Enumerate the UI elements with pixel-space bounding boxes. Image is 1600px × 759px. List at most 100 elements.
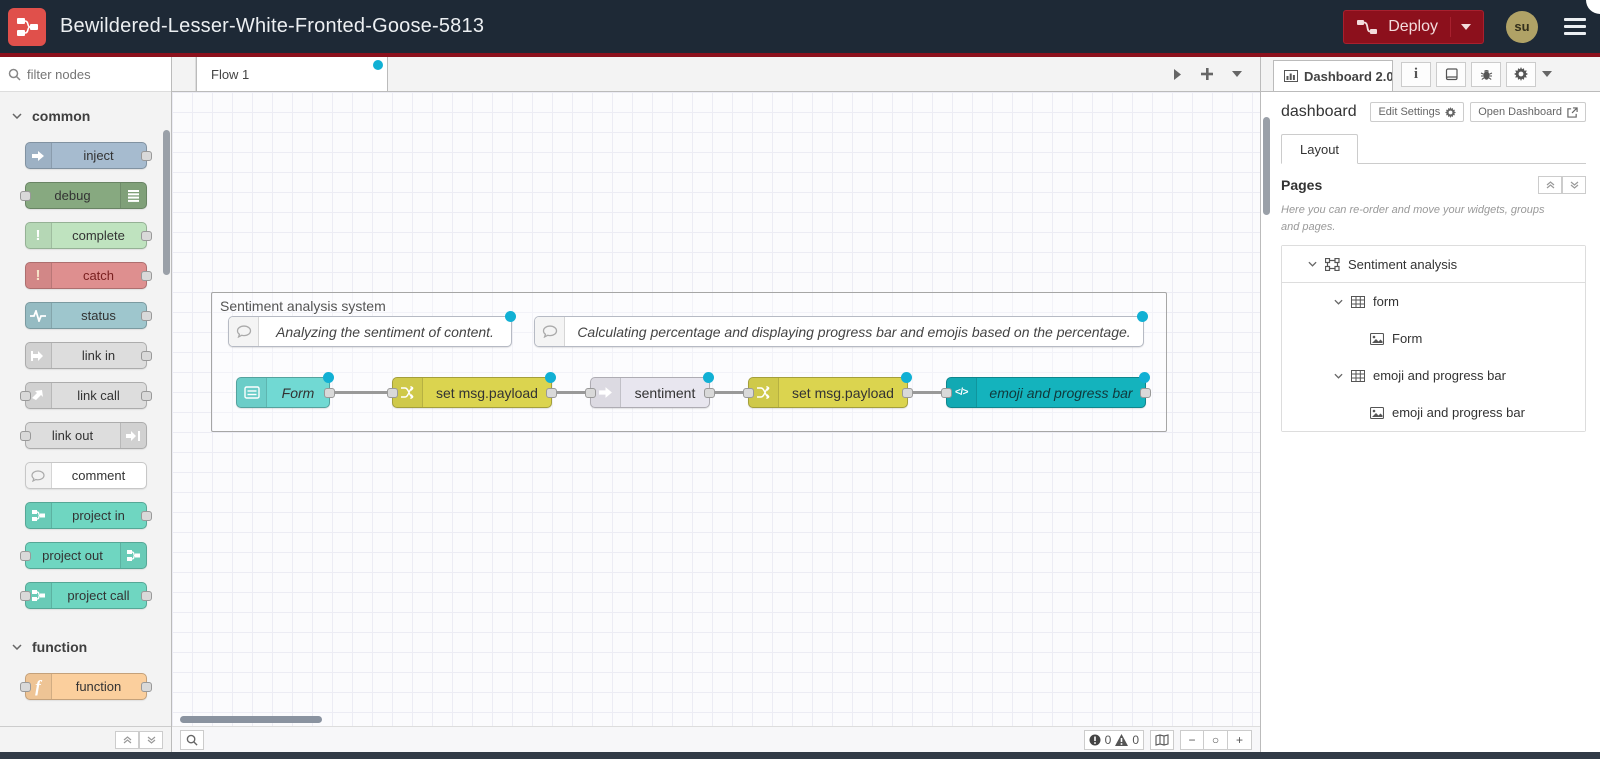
palette-scrollbar[interactable] bbox=[163, 130, 170, 275]
input-port[interactable] bbox=[19, 551, 31, 561]
expand-all-pages-button[interactable] bbox=[1562, 176, 1586, 194]
input-port[interactable] bbox=[387, 388, 398, 398]
node-label: comment bbox=[71, 468, 126, 483]
output-port[interactable] bbox=[140, 591, 152, 601]
collapse-all-button[interactable] bbox=[115, 730, 139, 749]
dashboard-chart-icon bbox=[1284, 70, 1298, 82]
output-port[interactable] bbox=[140, 391, 152, 401]
zoom-out-button[interactable]: − bbox=[1180, 729, 1204, 750]
chevron-down-icon[interactable] bbox=[1308, 261, 1317, 267]
palette-node-project-in[interactable]: project in bbox=[24, 502, 152, 529]
output-port[interactable] bbox=[704, 388, 715, 398]
edit-settings-button[interactable]: Edit Settings bbox=[1370, 102, 1465, 122]
input-port[interactable] bbox=[19, 391, 31, 401]
comment-node-analyzing[interactable]: Analyzing the sentiment of content. bbox=[228, 311, 516, 347]
changed-dot bbox=[703, 372, 714, 383]
tree-item-group-emoji-progress[interactable]: emoji and progress bar bbox=[1282, 357, 1585, 394]
search-flows-button[interactable] bbox=[180, 729, 204, 750]
notification-counts[interactable]: 0 0 bbox=[1083, 729, 1144, 750]
palette-node-debug[interactable]: debug bbox=[19, 182, 147, 209]
palette-category-common[interactable]: common bbox=[0, 96, 171, 134]
wire[interactable] bbox=[330, 391, 394, 394]
palette-search[interactable] bbox=[0, 57, 171, 92]
config-nodes-tab-button[interactable] bbox=[1506, 61, 1536, 87]
filter-nodes-input[interactable] bbox=[27, 66, 147, 82]
widget-image-icon bbox=[1370, 406, 1384, 419]
palette-node-complete[interactable]: ! complete bbox=[24, 222, 152, 249]
palette-node-project-out[interactable]: project out bbox=[19, 542, 147, 569]
zoom-in-button[interactable]: + bbox=[1228, 729, 1252, 750]
output-port[interactable] bbox=[140, 351, 152, 361]
palette-node-link-call[interactable]: link call bbox=[19, 382, 152, 409]
dashboard-app-name: dashboard bbox=[1281, 103, 1357, 120]
main-menu-button[interactable] bbox=[1560, 14, 1590, 39]
node-sentiment[interactable]: sentiment bbox=[585, 372, 715, 408]
output-port[interactable] bbox=[140, 682, 152, 692]
output-port[interactable] bbox=[140, 311, 152, 321]
workspace: Flow 1 Sentiment analysis system Analyzi… bbox=[172, 57, 1260, 752]
next-tab-button[interactable] bbox=[1164, 61, 1190, 87]
deploy-options-caret[interactable] bbox=[1450, 16, 1471, 37]
help-tab-button[interactable] bbox=[1436, 61, 1466, 87]
palette-node-link-out[interactable]: link out bbox=[19, 422, 147, 449]
output-port[interactable] bbox=[546, 388, 557, 398]
comment-node-calculating[interactable]: Calculating percentage and displaying pr… bbox=[534, 311, 1148, 347]
input-port[interactable] bbox=[19, 682, 31, 692]
expand-all-button[interactable] bbox=[139, 730, 163, 749]
user-avatar[interactable]: su bbox=[1506, 10, 1538, 43]
node-label: function bbox=[75, 679, 122, 694]
chevron-down-icon[interactable] bbox=[1334, 373, 1343, 379]
palette-node-link-in[interactable]: link in bbox=[24, 342, 152, 369]
node-change-1[interactable]: set msg.payload bbox=[387, 372, 557, 408]
output-port[interactable] bbox=[140, 231, 152, 241]
output-port[interactable] bbox=[902, 388, 913, 398]
node-form[interactable]: Form bbox=[236, 372, 335, 408]
node-label: catch bbox=[82, 268, 115, 283]
add-flow-button[interactable] bbox=[1194, 61, 1220, 87]
palette-node-project-call[interactable]: project call bbox=[19, 582, 152, 609]
info-tab-button[interactable]: i bbox=[1401, 61, 1431, 87]
input-port[interactable] bbox=[19, 591, 31, 601]
tab-flow-1[interactable]: Flow 1 bbox=[196, 57, 388, 91]
sidebar-scrollbar[interactable] bbox=[1263, 117, 1270, 215]
sidebar-options-caret[interactable] bbox=[1542, 57, 1552, 91]
open-dashboard-button[interactable]: Open Dashboard bbox=[1470, 102, 1586, 122]
palette-category-function[interactable]: function bbox=[0, 627, 171, 665]
node-template-emoji-progress[interactable]: </> emoji and progress bar bbox=[941, 372, 1151, 408]
deploy-button[interactable]: Deploy bbox=[1343, 9, 1484, 44]
output-port[interactable] bbox=[140, 511, 152, 521]
palette-node-status[interactable]: status bbox=[24, 302, 152, 329]
collapse-all-pages-button[interactable] bbox=[1538, 176, 1562, 194]
tab-dashboard-2[interactable]: Dashboard 2.0 bbox=[1273, 60, 1393, 91]
node-change-2[interactable]: set msg.payload bbox=[743, 372, 913, 408]
canvas-horizontal-scrollbar[interactable] bbox=[180, 716, 322, 723]
output-port[interactable] bbox=[1140, 388, 1151, 398]
palette-node-comment[interactable]: comment bbox=[24, 462, 147, 489]
tab-layout[interactable]: Layout bbox=[1281, 134, 1359, 164]
input-port[interactable] bbox=[941, 388, 952, 398]
input-port[interactable] bbox=[19, 431, 31, 441]
output-port[interactable] bbox=[140, 151, 152, 161]
palette-node-catch[interactable]: ! catch bbox=[24, 262, 152, 289]
input-port[interactable] bbox=[743, 388, 754, 398]
zoom-reset-button[interactable]: ○ bbox=[1204, 729, 1228, 750]
debug-icon bbox=[119, 183, 146, 208]
tab-gap bbox=[172, 57, 196, 91]
tree-item-group-form[interactable]: form bbox=[1282, 283, 1585, 320]
tree-item-page-sentiment-analysis[interactable]: Sentiment analysis bbox=[1282, 246, 1585, 283]
debug-tab-button[interactable] bbox=[1471, 61, 1501, 87]
tree-item-widget-emoji-progress[interactable]: emoji and progress bar bbox=[1282, 394, 1585, 431]
input-port[interactable] bbox=[585, 388, 596, 398]
output-port[interactable] bbox=[324, 388, 335, 398]
palette-node-inject[interactable]: inject bbox=[24, 142, 152, 169]
flow-list-caret[interactable] bbox=[1224, 61, 1250, 87]
tree-item-widget-form[interactable]: Form bbox=[1282, 320, 1585, 357]
chevron-down-icon[interactable] bbox=[1334, 299, 1343, 305]
navigator-button[interactable] bbox=[1150, 729, 1174, 750]
group-sentiment-analysis-system[interactable]: Sentiment analysis system bbox=[211, 292, 1167, 432]
output-port[interactable] bbox=[140, 271, 152, 281]
flow-canvas[interactable]: Sentiment analysis system Analyzing the … bbox=[172, 92, 1260, 726]
node-label: project out bbox=[42, 548, 103, 563]
input-port[interactable] bbox=[19, 191, 31, 201]
palette-node-function[interactable]: f function bbox=[19, 673, 152, 700]
